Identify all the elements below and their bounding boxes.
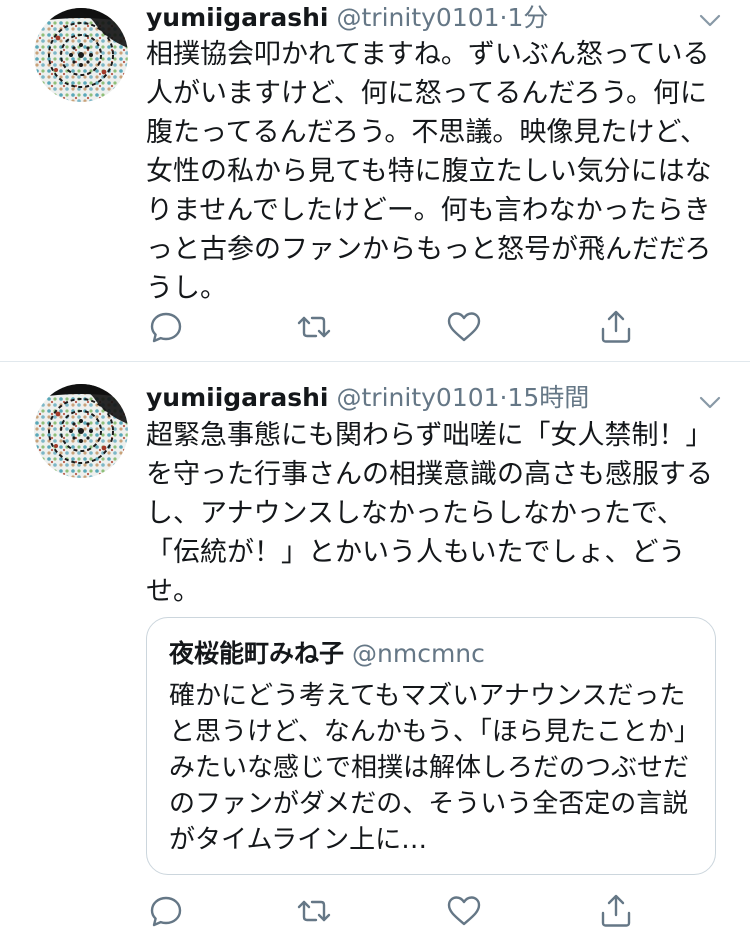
reply-icon[interactable] <box>146 307 186 347</box>
tweet[interactable]: yumiigarashi @trinity0101·15時間 超緊急事態にも関わら… <box>0 362 750 927</box>
timestamp[interactable]: 1分 <box>508 3 549 32</box>
quoted-display-name: 夜桜能町みね子 <box>169 639 345 668</box>
display-name[interactable]: yumiigarashi <box>146 3 329 32</box>
quoted-tweet-text: 確かにどう考えてもマズいアナウンスだったと思うけど、なんかもう、「ほら見たことか… <box>169 681 690 855</box>
action-bar <box>146 307 646 347</box>
tweet-text: 相撲協会叩かれてますね。ずいぶん怒っている人がいますけど、何に怒ってるんだろう。… <box>146 39 712 304</box>
avatar[interactable] <box>34 384 128 478</box>
timestamp[interactable]: 15時間 <box>508 383 590 412</box>
tweet-header: yumiigarashi @trinity0101·15時間 <box>146 380 589 416</box>
separator-dot: · <box>499 383 508 412</box>
retweet-icon[interactable] <box>294 307 334 347</box>
quoted-user-handle: @nmcmnc <box>352 639 485 668</box>
quoted-tweet-header: 夜桜能町みね子 @nmcmnc <box>169 638 485 670</box>
chevron-down-icon[interactable] <box>696 6 724 34</box>
action-bar <box>146 891 646 931</box>
quoted-tweet[interactable]: 夜桜能町みね子 @nmcmnc 確かにどう考えてもマズいアナウンスだったと思うけど… <box>146 617 716 875</box>
avatar[interactable] <box>34 8 128 102</box>
like-icon[interactable] <box>444 307 484 347</box>
chevron-down-icon[interactable] <box>696 388 724 416</box>
user-handle[interactable]: @trinity0101 <box>337 383 500 412</box>
tweet[interactable]: yumiigarashi @trinity0101·1分 相撲協会叩かれてますね。… <box>0 0 750 362</box>
like-icon[interactable] <box>444 891 484 931</box>
tweet-text: 超緊急事態にも関わらず咄嗟に「女人禁制！」を守った行事さんの相撲意識の高さも感服… <box>146 420 713 607</box>
tweet-header: yumiigarashi @trinity0101·1分 <box>146 0 548 36</box>
share-icon[interactable] <box>596 307 636 347</box>
display-name[interactable]: yumiigarashi <box>146 383 329 412</box>
reply-icon[interactable] <box>146 891 186 931</box>
separator-dot: · <box>499 3 508 32</box>
user-handle[interactable]: @trinity0101 <box>337 3 500 32</box>
share-icon[interactable] <box>596 891 636 931</box>
retweet-icon[interactable] <box>294 891 334 931</box>
